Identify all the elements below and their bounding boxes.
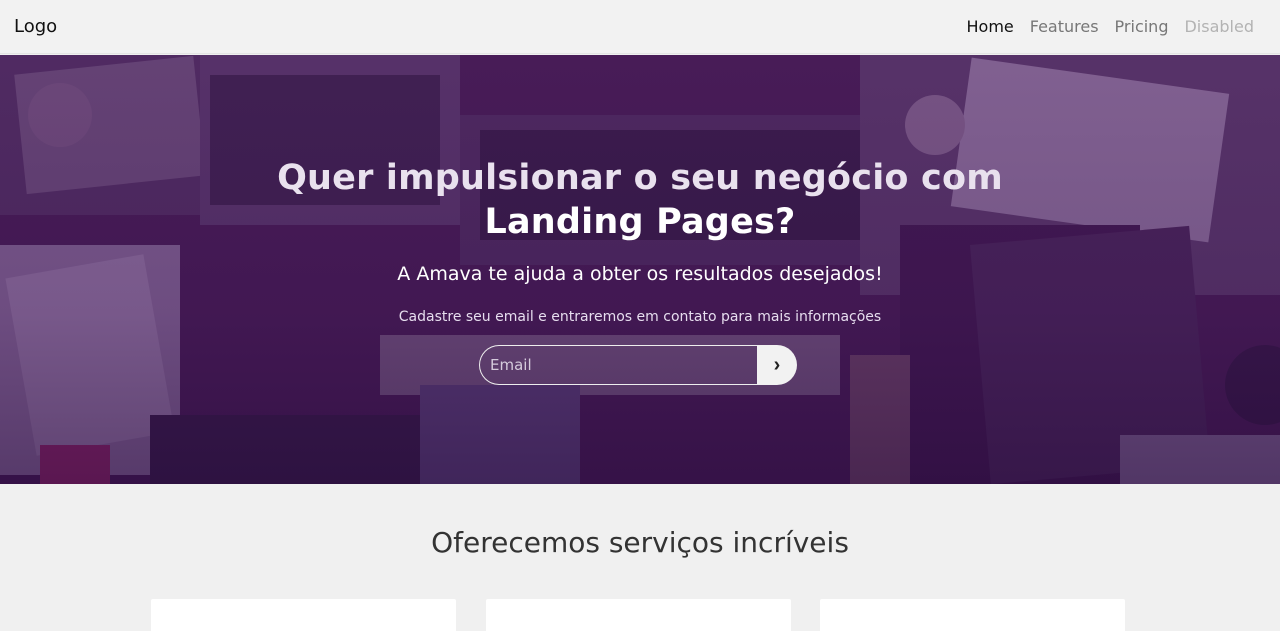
service-card bbox=[820, 599, 1125, 631]
nav-link-disabled: Disabled bbox=[1184, 17, 1254, 36]
nav-link-home[interactable]: Home bbox=[967, 17, 1014, 36]
email-field[interactable] bbox=[479, 345, 759, 385]
hero-title-line1: Quer impulsionar o seu negócio com bbox=[277, 158, 1003, 198]
nav-link-features[interactable]: Features bbox=[1030, 17, 1099, 36]
navbar: Logo Home Features Pricing Disabled bbox=[0, 0, 1280, 54]
service-card bbox=[151, 599, 456, 631]
submit-button[interactable]: › bbox=[757, 345, 797, 385]
hero-description: Cadastre seu email e entraremos em conta… bbox=[398, 309, 882, 325]
nav-links: Home Features Pricing Disabled bbox=[967, 17, 1255, 36]
nav-link-pricing[interactable]: Pricing bbox=[1115, 17, 1169, 36]
hero-title: Quer impulsionar o seu negócio com Landi… bbox=[0, 156, 1280, 244]
hero-content: Quer impulsionar o seu negócio com Landi… bbox=[0, 55, 1280, 484]
services-title: Oferecemos serviços incríveis bbox=[431, 526, 849, 559]
chevron-right-icon: › bbox=[773, 353, 781, 376]
service-card bbox=[486, 599, 791, 631]
hero-subtitle: A Amava te ajuda a obter os resultados d… bbox=[397, 263, 883, 285]
hero-section: Quer impulsionar o seu negócio com Landi… bbox=[0, 55, 1280, 484]
logo[interactable]: Logo bbox=[14, 16, 57, 37]
email-signup-form: › bbox=[479, 345, 797, 385]
hero-title-line2: Landing Pages? bbox=[484, 202, 796, 242]
